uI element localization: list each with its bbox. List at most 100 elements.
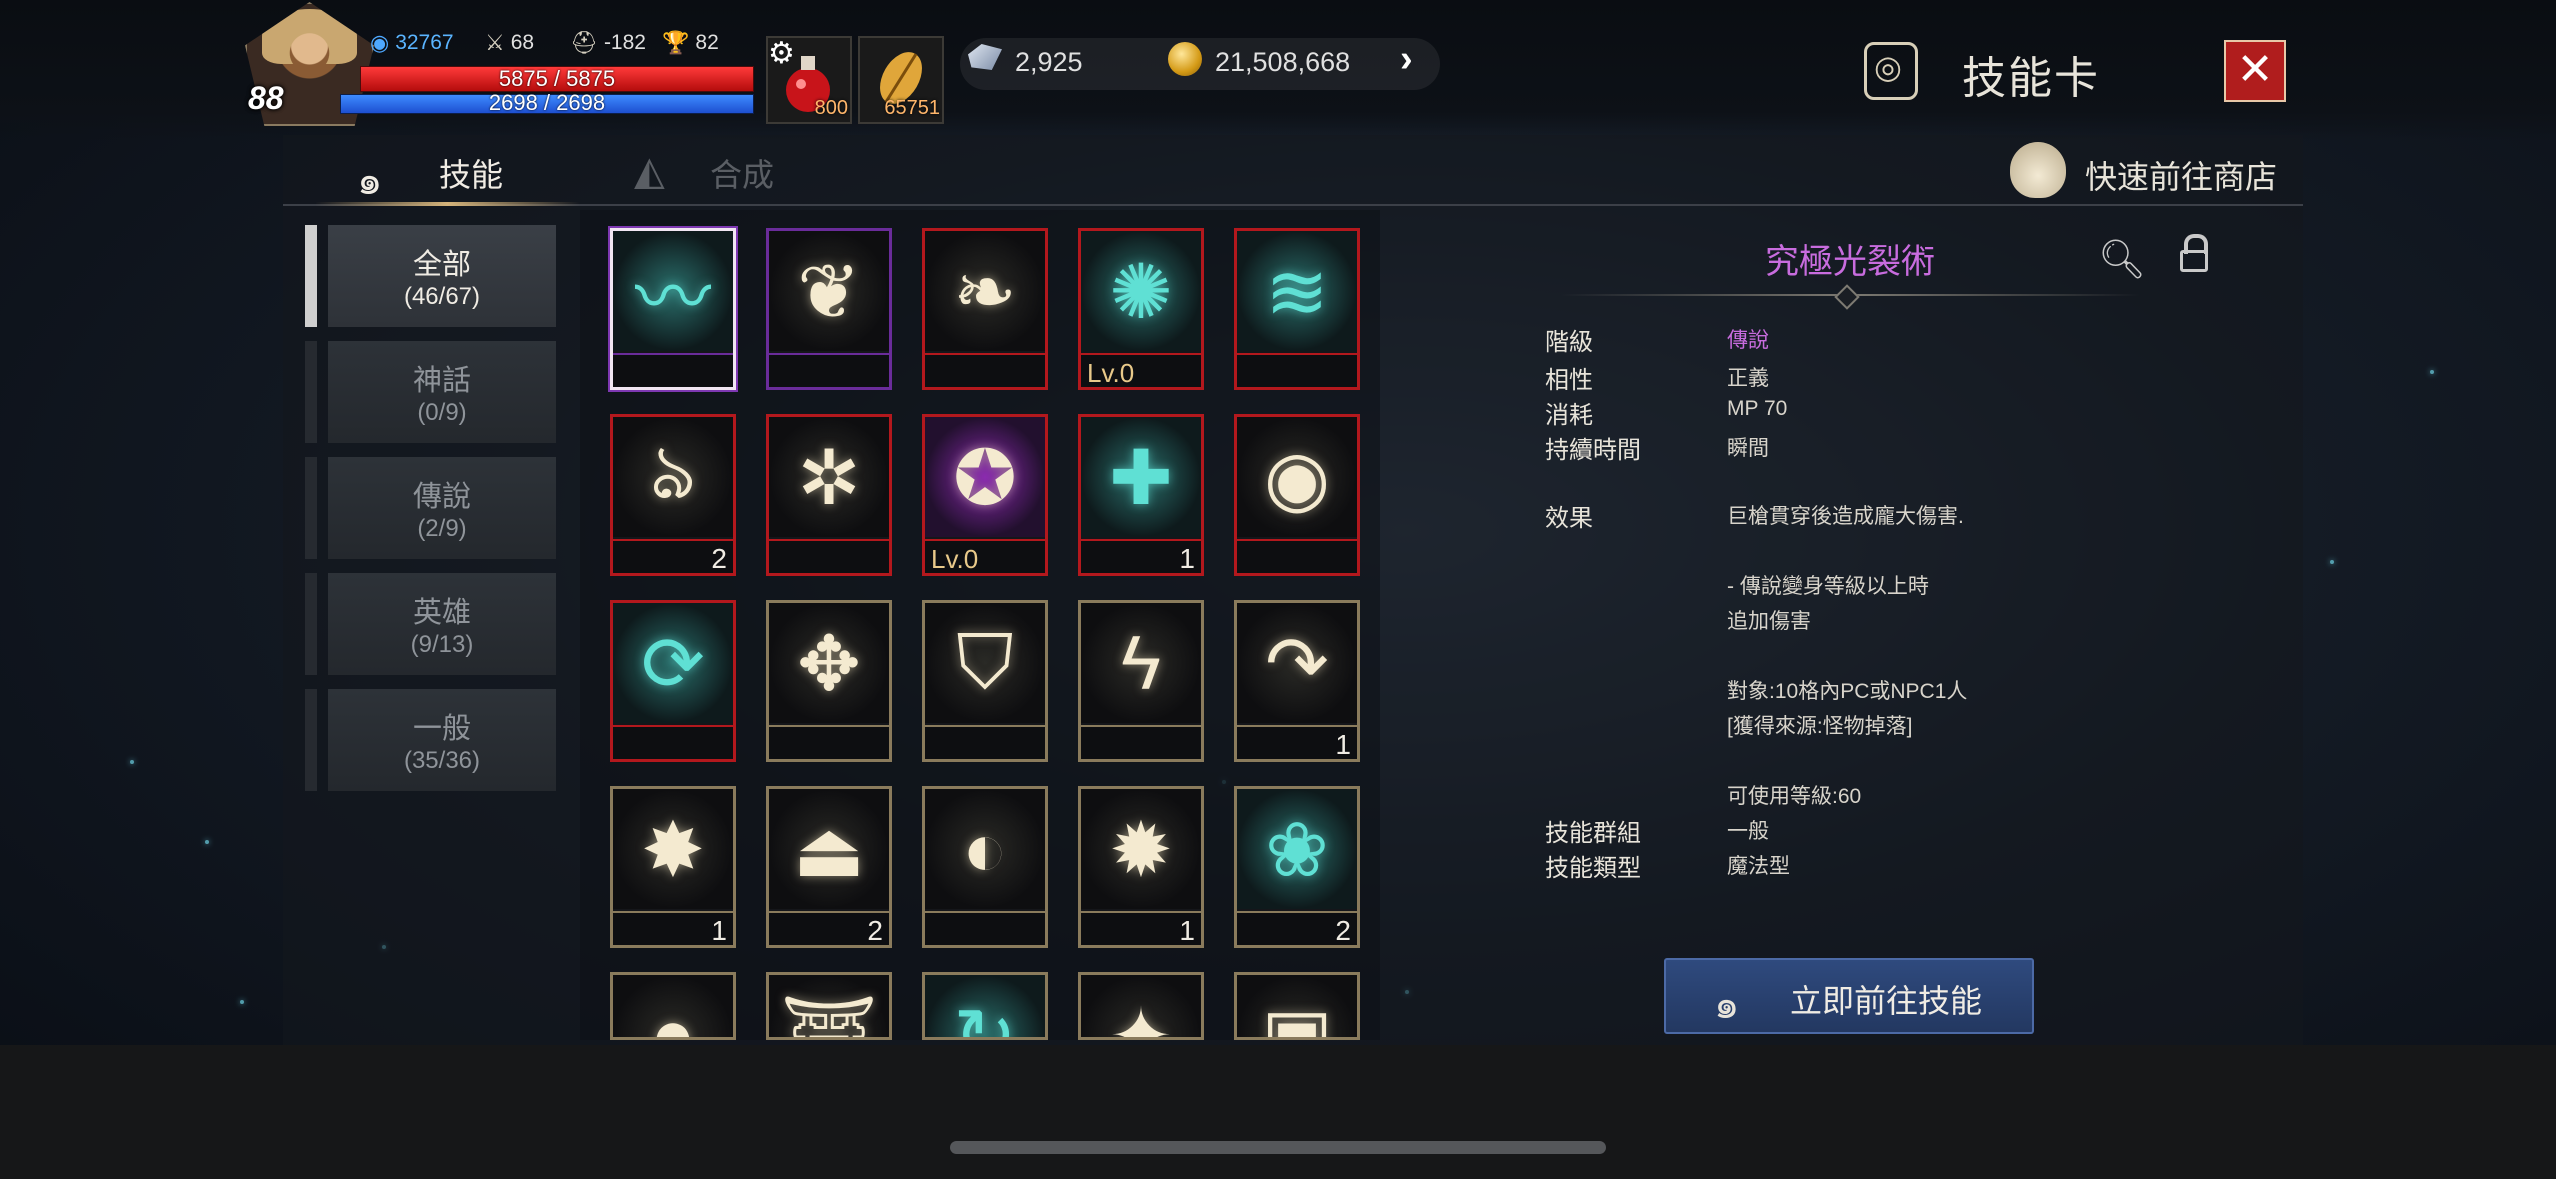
skill-card[interactable]: ✺ Lv.0 <box>1078 228 1204 390</box>
sparkle <box>2330 560 2334 564</box>
skill-card-footer <box>925 911 1045 945</box>
cream-temple-icon: ⛩ <box>769 975 889 1037</box>
tab-synthesis-label: 合成 <box>710 157 775 193</box>
close-button[interactable]: ✕ <box>2224 40 2286 102</box>
skill-card[interactable]: ঌ2 <box>610 414 736 576</box>
skill-card[interactable]: ❧ <box>922 228 1048 390</box>
quick-slot-leaf[interactable]: 65751 <box>858 36 944 124</box>
detail-value: 魔法型 <box>1727 855 1790 878</box>
defense-stat: ⛑ -182 <box>570 30 646 56</box>
category-legendary[interactable]: 傳說 (2/9) <box>328 457 556 559</box>
detail-value: 對象:10格內PC或NPC1人 <box>1727 680 1968 703</box>
skill-count: 1 <box>1179 915 1195 946</box>
skill-card[interactable]: ≋ <box>1234 228 1360 390</box>
bottom-bar <box>0 1045 2556 1179</box>
skill-card-footer: 1 <box>613 911 733 945</box>
detail-value: 追加傷害 <box>1727 610 1811 633</box>
go-to-skill-button[interactable]: ๑ 立即前往技能 <box>1664 958 2034 1034</box>
skill-card[interactable]: ▣ <box>1234 972 1360 1040</box>
window-title: 技能卡 <box>1962 54 2100 103</box>
cream-sparkles-icon: ✦ <box>1081 975 1201 1037</box>
skill-card[interactable]: ⟳ <box>610 600 736 762</box>
category-count: (46/67) <box>403 283 481 310</box>
skill-level: Lv.0 <box>931 544 979 574</box>
cream-swirl-heart-icon: ❦ <box>769 231 889 351</box>
cream-weight-icon: ⏏ <box>769 789 889 909</box>
category-count: (9/13) <box>410 631 474 658</box>
category-count: (35/36) <box>403 747 481 774</box>
skill-card[interactable]: ❀ 2 <box>1234 786 1360 948</box>
category-mythic[interactable]: 神話 (0/9) <box>328 341 556 443</box>
skill-card[interactable]: ✲ <box>766 414 892 576</box>
category-count: (0/9) <box>417 399 467 426</box>
detail-value: 可使用等級:60 <box>1727 785 1862 808</box>
cream-vortex-icon: ✲ <box>769 417 889 537</box>
detail-label: 技能群組 <box>1545 820 1641 847</box>
skill-card[interactable]: ✦ <box>1078 972 1204 1040</box>
leaf-count: 65751 <box>884 97 940 119</box>
category-count: (2/9) <box>417 515 467 542</box>
category-name: 一般 <box>412 713 471 745</box>
skill-count: 1 <box>1335 729 1351 760</box>
skill-card[interactable]: ✪ Lv.0 <box>922 414 1048 576</box>
skill-count: 2 <box>1335 915 1351 946</box>
zoom-icon[interactable]: 🔍︎ <box>2098 238 2146 282</box>
skill-card[interactable]: ✚ 1 <box>1078 414 1204 576</box>
level-badge: 88 <box>248 80 284 116</box>
skill-card[interactable]: 〰 <box>610 228 736 390</box>
detail-value: 一般 <box>1727 820 1769 843</box>
skill-card-footer: 2 <box>1237 911 1357 946</box>
skill-card[interactable]: ϟ <box>1078 600 1204 762</box>
lock-icon[interactable] <box>2180 234 2208 274</box>
skill-card[interactable]: ✥ <box>766 600 892 762</box>
category-normal[interactable]: 一般 (35/36) <box>328 689 556 791</box>
skill-card[interactable]: ✹ 1 <box>1078 786 1204 948</box>
teal-wind-streaks-icon: ≋ <box>1237 231 1357 351</box>
skill-card[interactable]: ⛉ <box>922 600 1048 762</box>
skill-card[interactable]: ↻ <box>922 972 1048 1040</box>
skill-card-footer: 1 <box>1237 725 1357 760</box>
skill-card[interactable]: ◐ <box>922 786 1048 948</box>
skill-count: 2 <box>711 543 727 574</box>
skill-card-footer: 2 <box>769 911 889 945</box>
gear-icon[interactable]: ⚙ <box>768 36 795 71</box>
tab-synthesis[interactable]: ◭ 合成 <box>630 142 850 204</box>
detail-label: 技能類型 <box>1545 855 1641 882</box>
detail-value: 傳說 <box>1727 329 1769 352</box>
skill-card[interactable]: ✸ 1 <box>610 786 736 948</box>
cream-shield-icon: ⛉ <box>925 603 1045 723</box>
skill-card[interactable]: ◉ <box>1234 414 1360 576</box>
skill-card[interactable]: ⏏ 2 <box>766 786 892 948</box>
sparkle <box>205 840 209 844</box>
teal-claw-slash-icon: 〰 <box>613 231 733 351</box>
close-icon: ✕ <box>2236 45 2274 94</box>
tab-skill[interactable]: ๑ 技能 <box>315 142 580 204</box>
go-to-skill-label: 立即前往技能 <box>1790 983 1983 1019</box>
detail-value: - 傳說變身等級以上時 <box>1727 575 1929 598</box>
skill-card-footer <box>1237 539 1357 573</box>
skill-card[interactable]: ● <box>610 972 736 1040</box>
detail-label: 效果 <box>1545 505 1593 532</box>
skill-card[interactable]: ⛩ <box>766 972 892 1040</box>
cream-lightning-icon: ϟ <box>1081 603 1201 723</box>
category-hero[interactable]: 英雄 (9/13) <box>328 573 556 675</box>
detail-label: 相性 <box>1545 367 1593 394</box>
skill-card-footer <box>769 725 889 759</box>
cream-eye-arrow-icon: ◉ <box>1237 417 1357 537</box>
teal-plus-cross-icon: ✚ <box>1081 417 1201 537</box>
tab-skill-label: 技能 <box>439 157 504 193</box>
skill-card[interactable]: ❦ <box>766 228 892 390</box>
skill-card[interactable]: ↷ 1 <box>1234 600 1360 762</box>
category-all[interactable]: 全部 (46/67) <box>328 225 556 327</box>
mana-crystal-value: 32767 <box>395 31 454 54</box>
home-indicator[interactable] <box>950 1141 1606 1154</box>
cream-rune-box-icon: ▣ <box>1237 975 1357 1037</box>
crystal-amount: 2,925 <box>1015 47 1083 77</box>
detail-label: 階級 <box>1545 329 1593 356</box>
trophy-value: 82 <box>695 31 719 54</box>
helmet-icon: ⛑ <box>570 30 598 55</box>
detail-value: 瞬間 <box>1727 437 1769 460</box>
chevron-right-icon[interactable]: › <box>1400 38 1413 81</box>
category-name: 神話 <box>412 365 471 397</box>
skill-card-footer <box>613 353 733 387</box>
